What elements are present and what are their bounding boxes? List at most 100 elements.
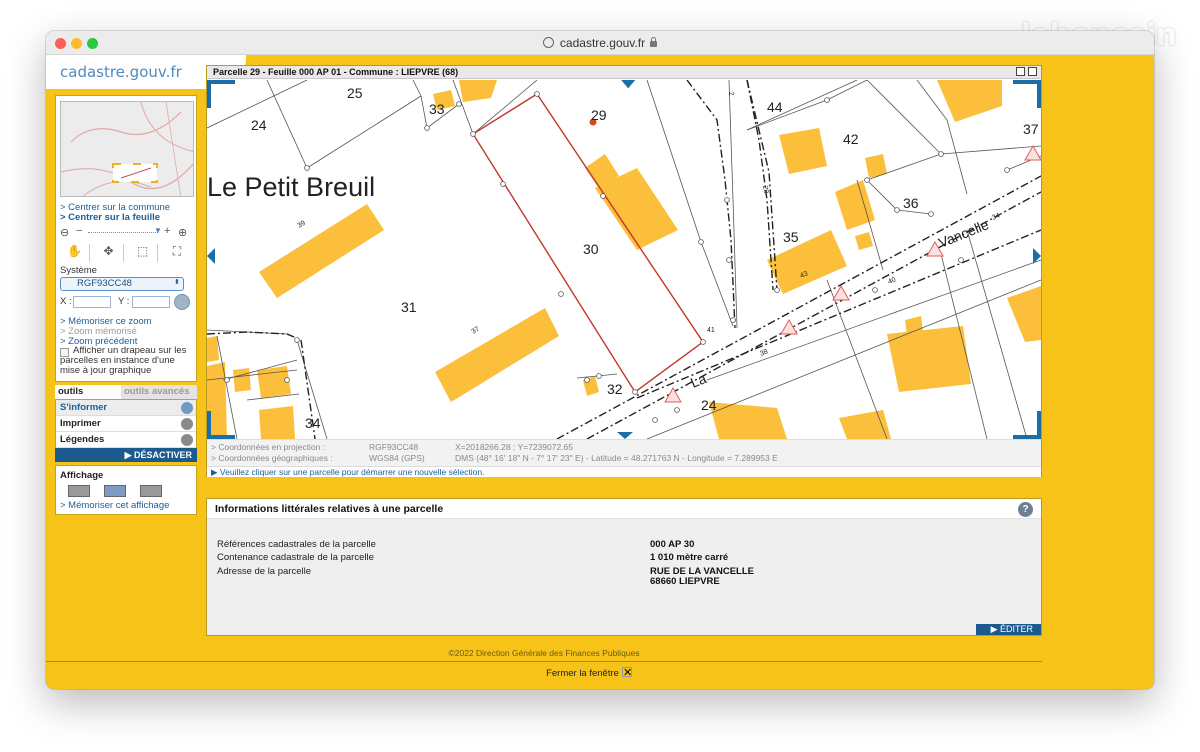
zoom-out-icon[interactable]: ⊖ xyxy=(60,226,69,239)
coordinates-panel: > Coordonnées en projection : RGF93CC48 … xyxy=(207,439,1041,466)
svg-text:37: 37 xyxy=(1023,121,1039,137)
tab-outils-simples[interactable]: outils simples xyxy=(55,385,121,411)
crosshair-icon[interactable]: ✥ xyxy=(94,244,124,262)
layout-large-icon[interactable] xyxy=(140,485,162,497)
zoom-handle-icon[interactable]: ▼ xyxy=(154,226,162,235)
site-logo[interactable]: cadastre.gouv.fr xyxy=(60,63,182,81)
svg-text:30: 30 xyxy=(583,241,599,257)
maximize-icon[interactable] xyxy=(1028,67,1037,76)
affichage-title: Affichage xyxy=(60,470,104,481)
tools-tabs: outils simples outils avancés xyxy=(55,385,197,411)
info-header: Informations littérales relatives à une … xyxy=(207,499,1041,519)
memoriser-affichage-link[interactable]: > Mémoriser cet affichage xyxy=(60,500,169,511)
svg-text:34: 34 xyxy=(305,415,321,431)
fermer-label: Fermer la fenêtre xyxy=(546,668,619,679)
systeme-label: Système xyxy=(60,265,97,276)
close-icon[interactable]: ✕ xyxy=(621,667,632,679)
menu-imprimer[interactable]: Imprimer xyxy=(56,416,196,432)
editer-label: ÉDITER xyxy=(999,624,1033,634)
svg-text:35: 35 xyxy=(783,229,799,245)
svg-text:2: 2 xyxy=(727,91,735,96)
full-extent-icon[interactable]: ⛶ xyxy=(162,244,192,262)
cadastral-map-svg: Le Petit Breuil 25 33 29 44 42 37 24 36 … xyxy=(207,80,1041,439)
help-icon[interactable]: ? xyxy=(1018,502,1033,517)
fermer-fenetre-link[interactable]: Fermer la fenêtre ✕ xyxy=(46,667,1132,679)
svg-text:41: 41 xyxy=(707,327,715,334)
svg-text:36: 36 xyxy=(903,195,919,211)
window-controls xyxy=(1013,67,1037,80)
svg-text:29: 29 xyxy=(591,107,607,123)
contenance-value: 1 010 mètre carré xyxy=(650,552,729,563)
menu-informer-label: S'informer xyxy=(60,402,108,413)
box-zoom-icon[interactable]: ⬚ xyxy=(128,244,158,262)
cadastral-map[interactable]: Le Petit Breuil 25 33 29 44 42 37 24 36 … xyxy=(207,80,1041,439)
svg-text:42: 42 xyxy=(843,131,859,147)
chevron-right-icon xyxy=(181,418,193,430)
zoom-in-icon[interactable]: ⊕ xyxy=(178,226,187,239)
svg-text:24: 24 xyxy=(251,117,267,133)
go-check-icon[interactable] xyxy=(174,294,190,310)
x-input[interactable] xyxy=(73,296,111,308)
y-label: Y : xyxy=(118,296,130,307)
select-arrows-icon: ⬍ xyxy=(174,279,180,286)
menu-legendes-label: Légendes xyxy=(60,434,105,445)
chevron-right-icon xyxy=(181,434,193,446)
parcel-info-panel: Informations littérales relatives à une … xyxy=(206,498,1042,636)
svg-text:44: 44 xyxy=(767,99,783,115)
zoom-track[interactable] xyxy=(88,232,158,233)
ref-label: Références cadastrales de la parcelle xyxy=(217,539,376,550)
map-frame: Parcelle 29 - Feuille 000 AP 01 - Commun… xyxy=(206,65,1042,477)
y-input[interactable] xyxy=(132,296,170,308)
zoom-slider[interactable]: ⊖ − ▼ + ⊕ xyxy=(60,225,194,240)
svg-text:33: 33 xyxy=(429,101,445,117)
svg-text:28: 28 xyxy=(761,185,769,194)
svg-text:37: 37 xyxy=(471,326,481,336)
geo-coords-label: > Coordonnées géographiques : xyxy=(211,453,333,463)
ref-value: 000 AP 30 xyxy=(650,539,695,550)
footer-divider xyxy=(46,661,1042,662)
chevron-down-icon xyxy=(181,402,193,414)
globe-icon xyxy=(542,37,554,48)
editer-button[interactable]: ▶ ÉDITER xyxy=(976,624,1041,635)
tab-outils-avances[interactable]: outils avancés xyxy=(121,385,197,399)
geo-coords-value: DMS (48° 16' 18" N - 7° 17' 23" E) - Lat… xyxy=(455,453,778,463)
centrer-feuille-link[interactable]: > Centrer sur la feuille xyxy=(60,212,160,223)
map-tools: ✋ ✥ ⬚ ⛶ xyxy=(60,244,194,264)
minimap-svg xyxy=(61,102,193,196)
desactiver-label: DÉSACTIVER xyxy=(133,450,192,460)
pan-hand-icon[interactable]: ✋ xyxy=(60,244,90,262)
systeme-select[interactable]: RGF93CC48 xyxy=(60,277,184,291)
info-title: Informations littérales relatives à une … xyxy=(215,503,444,515)
adresse-value-city: 68660 LIEPVRE xyxy=(650,576,720,587)
plus-icon: + xyxy=(164,225,171,237)
layout-medium-icon[interactable] xyxy=(104,485,126,497)
restore-icon[interactable] xyxy=(1016,67,1025,76)
menu-informer[interactable]: S'informer xyxy=(56,400,196,416)
proj-coords-system: RGF93CC48 xyxy=(369,442,419,452)
map-title: Parcelle 29 - Feuille 000 AP 01 - Commun… xyxy=(207,66,1041,79)
lock-icon xyxy=(650,37,658,47)
svg-text:25: 25 xyxy=(347,85,363,101)
url-bar[interactable]: cadastre.gouv.fr xyxy=(46,36,1154,50)
affichage-panel: Affichage > Mémoriser cet affichage xyxy=(55,465,197,515)
layout-small-icon[interactable] xyxy=(68,485,90,497)
svg-text:38: 38 xyxy=(759,348,769,357)
svg-text:31: 31 xyxy=(401,299,417,315)
x-label: X : xyxy=(60,296,72,307)
minus-icon: − xyxy=(76,225,83,237)
proj-coords-label: > Coordonnées en projection : xyxy=(211,442,326,452)
geo-coords-system: WGS84 (GPS) xyxy=(369,453,425,463)
adresse-label: Adresse de la parcelle xyxy=(217,566,311,577)
footer-copyright: ©2022 Direction Générale des Finances Pu… xyxy=(448,648,640,658)
browser-window: cadastre.gouv.fr cadastre.gouv.fr > Cent… xyxy=(46,31,1154,689)
place-label: Le Petit Breuil xyxy=(207,172,375,202)
drapeau-label: Afficher un drapeau sur les parcelles en… xyxy=(60,345,187,376)
svg-text:Vancelle: Vancelle xyxy=(936,216,991,251)
svg-text:La: La xyxy=(688,370,709,391)
menu-legendes[interactable]: Légendes xyxy=(56,432,196,448)
url-text: cadastre.gouv.fr xyxy=(559,36,646,50)
svg-text:32: 32 xyxy=(607,381,623,397)
svg-text:39: 39 xyxy=(297,220,307,230)
desactiver-button[interactable]: ▶ DÉSACTIVER xyxy=(55,448,197,462)
overview-minimap[interactable] xyxy=(60,101,194,197)
